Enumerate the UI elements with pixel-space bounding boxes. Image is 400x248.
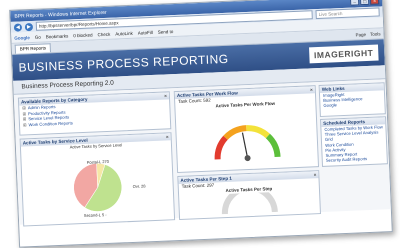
gauge-band-3 xyxy=(265,133,281,158)
screenshot-frame: BPR Reports - Windows Internet Explorer … xyxy=(9,0,393,248)
collapse-icon[interactable]: × xyxy=(310,86,313,93)
tools-menu[interactable]: Tools xyxy=(370,31,381,36)
toolbar-bookmarks[interactable]: Bookmarks xyxy=(46,33,69,39)
step-panel: Active Tasks Per Step 1 × Task Count: 297… xyxy=(177,170,322,221)
toolbar-go[interactable]: Go xyxy=(35,34,41,39)
back-icon[interactable]: ◀ xyxy=(13,22,23,32)
toolbar-blocked[interactable]: 0 blocked xyxy=(73,32,92,38)
pie-label-ovr: Ovr. 28 xyxy=(133,183,147,189)
dashboard: Available Reports by Category × ⊞ Admin Re… xyxy=(13,79,391,227)
service-level-pie-chart: Postal-L 270 Ovr. 28 Second-L 5 - xyxy=(73,159,147,218)
tab-bpr-reports[interactable]: BPR Reports xyxy=(14,42,52,54)
scheduled-reports-panel: Scheduled Reports Completed Tasks by Wor… xyxy=(320,116,388,167)
expand-icon[interactable]: ⊞ xyxy=(23,122,27,127)
panel-title: Web Links xyxy=(321,85,345,92)
collapse-icon[interactable]: × xyxy=(164,92,167,99)
collapse-icon[interactable]: × xyxy=(314,171,317,178)
work-flow-panel: Active Tasks Per Work Flow × Task Count: … xyxy=(173,85,320,174)
work-flow-gauge xyxy=(214,125,281,162)
collapse-icon[interactable]: × xyxy=(166,133,169,140)
forward-icon[interactable]: ▶ xyxy=(24,22,34,31)
window-controls: – □ × xyxy=(350,0,380,6)
step-gauge-arc xyxy=(221,185,278,215)
available-reports-panel: Available Reports by Category × ⊞ Admin Re… xyxy=(17,91,172,136)
expand-icon[interactable]: ⊞ xyxy=(22,111,26,116)
toolbar-autolink[interactable]: AutoLink xyxy=(115,30,133,36)
close-button[interactable]: × xyxy=(369,0,380,5)
service-level-panel: Active Tasks by Service Level × Active Ta… xyxy=(19,132,176,227)
imageright-logo: IMAGERIGHT xyxy=(308,44,379,64)
gauge-needle xyxy=(241,132,249,159)
toolbar-check[interactable]: Check xyxy=(97,31,110,37)
expand-icon[interactable]: ⊞ xyxy=(23,116,27,121)
toolbar-sendto[interactable]: Send to xyxy=(158,29,174,35)
expand-icon[interactable]: ⊞ xyxy=(22,105,26,110)
command-bar: Page Tools xyxy=(355,31,380,37)
maximize-button[interactable]: □ xyxy=(359,0,370,6)
gauge-band-2 xyxy=(246,125,270,139)
minimize-button[interactable]: – xyxy=(350,0,360,6)
banner-title: BUSINESS PROCESS REPORTING xyxy=(18,51,229,75)
web-links-panel: Web Links ImageRight Business Intelligen… xyxy=(318,82,386,118)
gauge-hub xyxy=(244,155,251,162)
pie-label-second: Second-L 5 - xyxy=(84,212,108,218)
google-label: Google xyxy=(14,34,30,41)
page-menu[interactable]: Page xyxy=(355,32,366,37)
pie-label-postal: Postal-L 270 xyxy=(87,159,110,165)
gauge-band-0 xyxy=(214,135,228,160)
toolbar-autofill[interactable]: AutoFill xyxy=(138,29,153,35)
